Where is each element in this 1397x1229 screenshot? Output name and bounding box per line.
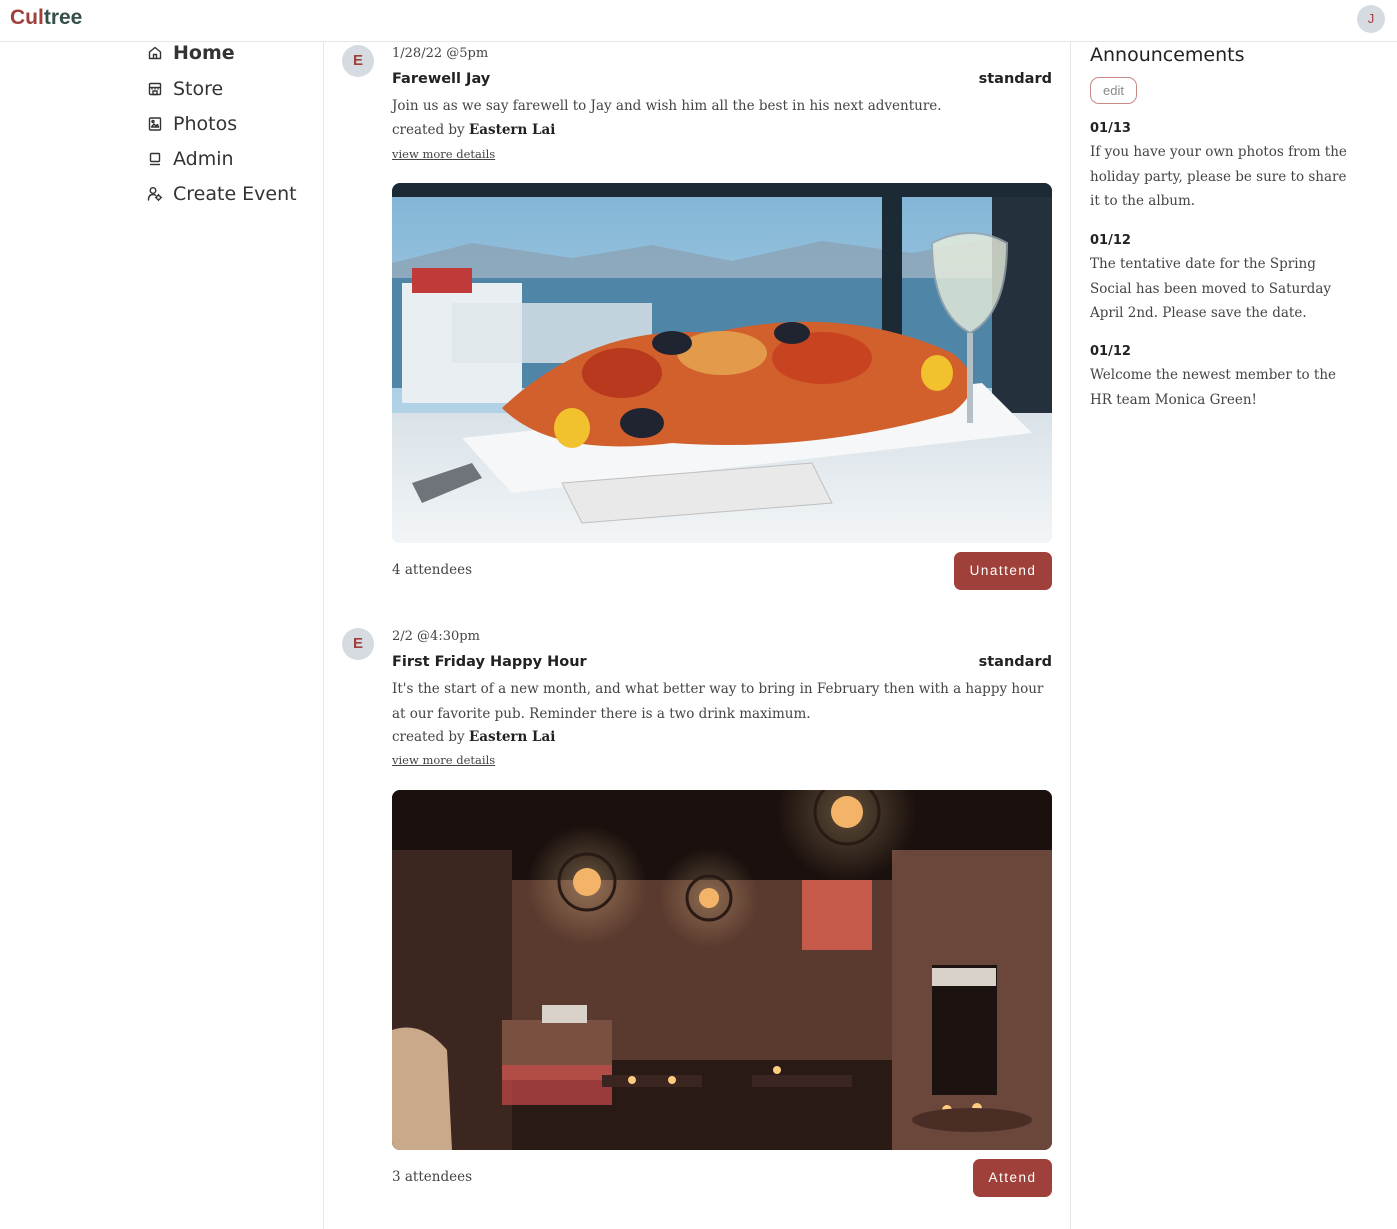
sidebar-item-photos[interactable]: Photos <box>146 110 237 138</box>
announcement-item: 01/12 The tentative date for the Spring … <box>1090 233 1360 326</box>
photos-icon <box>148 117 162 131</box>
view-more-details-link[interactable]: view more details <box>392 147 495 161</box>
announcement-item: 01/12 Welcome the newest member to the H… <box>1090 344 1360 412</box>
creator-name: Eastern Lai <box>468 122 556 138</box>
announcements-panel: Announcements edit 01/13 If you have you… <box>1070 42 1397 1229</box>
event-date: 1/28/22 @5pm <box>392 46 489 61</box>
create-event-icon <box>147 187 163 202</box>
sidebar-item-label: Admin <box>173 148 234 170</box>
admin-icon <box>149 152 161 166</box>
announcement-item: 01/13 If you have your own photos from t… <box>1090 121 1360 214</box>
sidebar: Home Store Photos Admin Create Event <box>0 42 324 1229</box>
top-bar: Cultree J <box>0 0 1397 42</box>
sidebar-item-label: Create Event <box>173 183 297 205</box>
home-icon <box>148 46 162 60</box>
app-logo[interactable]: Cultree <box>10 6 82 30</box>
seafood-platter-image <box>392 183 1052 543</box>
logo-part-tree: tree <box>43 6 83 29</box>
event-title: First Friday Happy Hour <box>392 654 587 670</box>
event-title: Farewell Jay <box>392 71 491 87</box>
event-date: 2/2 @4:30pm <box>392 629 480 644</box>
sidebar-item-home[interactable]: Home <box>146 39 235 67</box>
event-image <box>392 790 1052 1150</box>
user-avatar[interactable]: J <box>1357 5 1385 33</box>
created-by-label: created by <box>392 122 465 138</box>
creator-avatar[interactable]: E <box>342 45 374 77</box>
sidebar-item-create-event[interactable]: Create Event <box>146 180 297 208</box>
announcement-date: 01/13 <box>1090 121 1131 136</box>
store-icon <box>148 82 162 96</box>
creator-avatar[interactable]: E <box>342 628 374 660</box>
announcement-text: Welcome the newest member to the HR team… <box>1090 367 1337 408</box>
sidebar-item-label: Photos <box>173 113 238 135</box>
attendee-count: 3 attendees <box>392 1169 473 1185</box>
announcements-title: Announcements <box>1090 44 1245 66</box>
event-type: standard <box>978 654 1052 670</box>
sidebar-item-label: Store <box>173 78 224 100</box>
announcement-date: 01/12 <box>1090 344 1131 359</box>
sidebar-item-label: Home <box>173 42 235 64</box>
event-description: It's the start of a new month, and what … <box>392 681 1044 722</box>
attend-button[interactable]: Attend <box>973 1159 1052 1197</box>
event-creator: created by Eastern Lai <box>392 122 555 138</box>
view-more-details-link[interactable]: view more details <box>392 753 495 767</box>
sidebar-item-store[interactable]: Store <box>146 75 223 103</box>
announcement-date: 01/12 <box>1090 233 1131 248</box>
announcement-text: The tentative date for the Spring Social… <box>1090 256 1331 321</box>
pub-interior-image <box>392 790 1052 1150</box>
event-feed: E 1/28/22 @5pm Farewell Jay standard Joi… <box>324 42 1070 1229</box>
event-description: Join us as we say farewell to Jay and wi… <box>392 98 942 114</box>
event-creator: created by Eastern Lai <box>392 729 555 745</box>
unattend-button[interactable]: Unattend <box>954 552 1052 590</box>
event-type: standard <box>978 71 1052 87</box>
creator-name: Eastern Lai <box>468 729 556 745</box>
sidebar-item-admin[interactable]: Admin <box>146 145 234 173</box>
attendee-count: 4 attendees <box>392 562 473 578</box>
event-image <box>392 183 1052 543</box>
edit-announcements-button[interactable]: edit <box>1090 77 1137 104</box>
logo-part-cul: Cul <box>10 6 44 29</box>
created-by-label: created by <box>392 729 465 745</box>
announcement-text: If you have your own photos from the hol… <box>1090 144 1347 209</box>
